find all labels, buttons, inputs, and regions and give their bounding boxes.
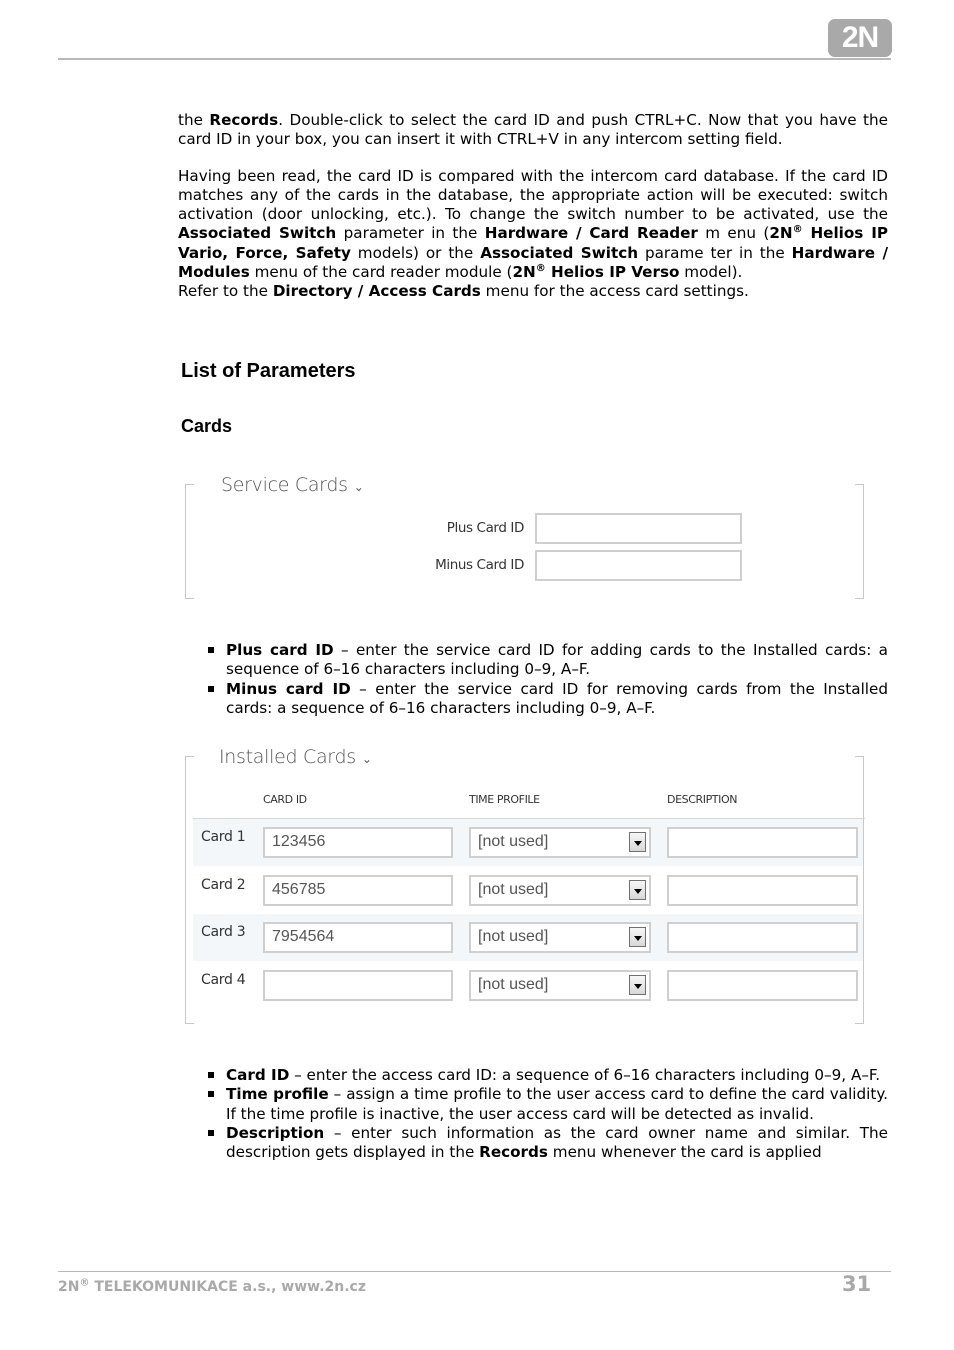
footer-divider — [58, 1271, 891, 1272]
time-profile-select[interactable]: [not used] — [469, 970, 651, 1001]
plus-card-id-label: Plus Card ID — [446, 520, 525, 536]
subsection-heading: Cards — [181, 416, 233, 436]
bullet-card-id: Card ID – enter the access card ID: a se… — [208, 1066, 888, 1085]
dropdown-arrow-icon[interactable] — [629, 880, 646, 900]
installed-cards-toggle[interactable]: Installed Cards ⌄ — [219, 746, 372, 768]
time-profile-select[interactable]: [not used] — [469, 922, 651, 953]
intro-text: the Records. Double-click to select the … — [178, 111, 888, 302]
header-divider — [58, 58, 891, 60]
2n-logo: 2N — [828, 19, 892, 57]
time-profile-select[interactable]: [not used] — [469, 875, 651, 906]
page-number: 31 — [842, 1272, 872, 1296]
plus-card-id-input[interactable] — [535, 513, 742, 544]
time-profile-value: [not used] — [478, 881, 549, 898]
time-profile-value: [not used] — [478, 976, 549, 993]
card-id-input[interactable]: 7954564 — [263, 922, 453, 953]
minus-card-id-label: Minus Card ID — [435, 557, 524, 573]
card-row-label: Card 4 — [201, 972, 246, 988]
card-id-input[interactable] — [263, 970, 453, 1001]
time-profile-value: [not used] — [478, 833, 549, 850]
intro-paragraph-1: the Records. Double-click to select the … — [178, 111, 888, 149]
service-cards-panel: Service Cards ⌄ Plus Card ID Minus Card I… — [185, 474, 864, 599]
section-heading: List of Parameters — [181, 360, 356, 382]
card-row-label: Card 2 — [201, 877, 246, 893]
column-header-description: DESCRIPTION — [667, 793, 738, 806]
time-profile-value: [not used] — [478, 928, 549, 945]
bullet-minus-card-id: Minus card ID – enter the service card I… — [208, 680, 888, 719]
description-input[interactable] — [667, 922, 858, 953]
column-header-time-profile: TIME PROFILE — [469, 793, 540, 806]
chevron-down-icon: ⌄ — [353, 480, 364, 494]
installed-cards-bullets: Card ID – enter the access card ID: a se… — [208, 1066, 888, 1162]
column-header-card-id: CARD ID — [263, 793, 307, 806]
bullet-description: Description – enter such information as … — [208, 1124, 888, 1163]
dropdown-arrow-icon[interactable] — [629, 832, 646, 852]
service-cards-bullets: Plus card ID – enter the service card ID… — [208, 641, 888, 718]
card-row-label: Card 1 — [201, 829, 246, 845]
minus-card-id-input[interactable] — [535, 550, 742, 581]
description-input[interactable] — [667, 875, 858, 906]
chevron-down-icon: ⌄ — [361, 752, 372, 766]
card-id-input[interactable]: 123456 — [263, 827, 453, 858]
bullet-plus-card-id: Plus card ID – enter the service card ID… — [208, 641, 888, 680]
intro-paragraph-2: Having been read, the card ID is compare… — [178, 166, 889, 282]
time-profile-select[interactable]: [not used] — [469, 827, 651, 858]
intro-paragraph-3: Refer to the Directory / Access Cards me… — [178, 282, 749, 301]
bullet-time-profile: Time profile – assign a time profile to … — [208, 1085, 888, 1124]
service-cards-toggle[interactable]: Service Cards ⌄ — [221, 474, 364, 496]
installed-cards-title: Installed Cards — [219, 746, 356, 768]
description-input[interactable] — [667, 827, 858, 858]
card-row-label: Card 3 — [201, 924, 246, 940]
dropdown-arrow-icon[interactable] — [629, 975, 646, 995]
service-cards-title: Service Cards — [221, 474, 348, 496]
description-input[interactable] — [667, 970, 858, 1001]
card-id-input[interactable]: 456785 — [263, 875, 453, 906]
footer-company: 2N® TELEKOMUNIKACE a.s., www.2n.cz — [58, 1277, 366, 1295]
dropdown-arrow-icon[interactable] — [629, 927, 646, 947]
